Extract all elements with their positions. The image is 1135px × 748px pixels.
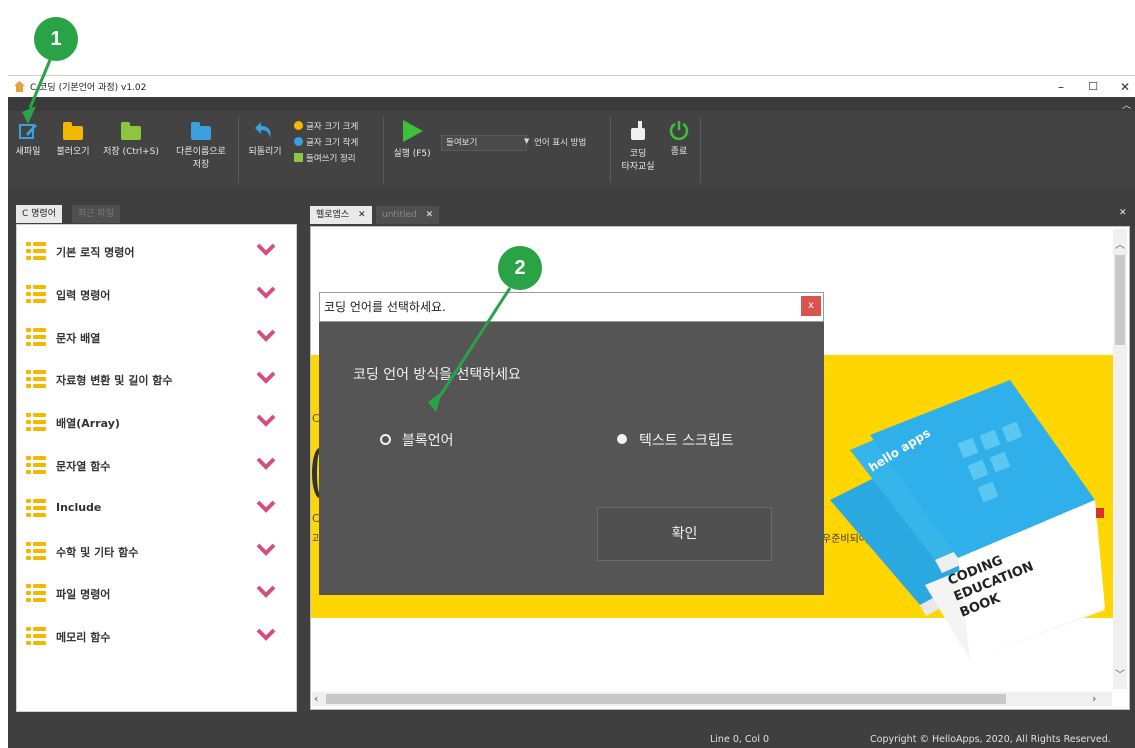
cursor-position: Line 0, Col 0 <box>710 734 770 745</box>
arrow-head-1 <box>22 106 36 124</box>
copyright-text: Copyright © HelloApps, 2020, All Rights … <box>870 734 1111 745</box>
callout-1: 1 <box>34 17 78 61</box>
callout-arrows <box>22 59 512 412</box>
arrow-head-2 <box>428 392 442 412</box>
callout-2: 2 <box>498 246 542 290</box>
